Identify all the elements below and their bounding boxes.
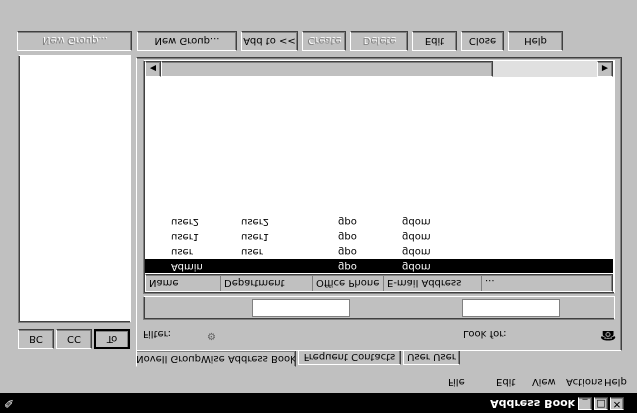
menu-view[interactable]: View [532,373,556,389]
address-list-panel: Look for: ☎ Filter: ⚙ Name Department Of… [136,57,622,351]
column-header-email[interactable]: E-mail Address [384,275,482,291]
column-header-more[interactable]: ... [482,275,614,291]
app-icon: ✎ [4,396,15,410]
edit-button[interactable]: Edit [412,31,457,51]
row-name: user1 [171,231,200,242]
help-button-label: Help [524,35,547,47]
right-search-field[interactable] [462,299,560,317]
group-button[interactable]: New Group... [137,31,237,51]
filter-icon: ⚙ [207,330,216,341]
flipped-window-layer: ✎ Address Book _ □ ✕ File Edit View Acti… [0,0,637,413]
row-domain: gdom [402,246,431,257]
arrow-right-icon: ▶ [601,64,609,74]
bc-button-label: BC [29,333,43,345]
close-button[interactable]: ✕ [610,397,624,410]
lookup-label: Look for: [463,328,507,339]
table-row[interactable]: gdom gpo user user [145,244,613,258]
new-group-button[interactable]: New Group... [17,31,132,51]
row-email: user2 [241,216,270,227]
row-domain: gdom [402,231,431,242]
table-row[interactable]: gdom gpo user2 user2 [145,214,613,228]
menu-actions[interactable]: Actions [566,373,603,389]
cc-button[interactable]: CC [56,329,92,349]
search-field-row [143,296,615,320]
delete-button-label: Delete [362,35,396,47]
row-email: user1 [241,231,270,242]
row-po: gpo [338,231,357,242]
tab-frequent-contacts[interactable]: Frequent Contacts [298,349,401,365]
maximize-icon: □ [596,398,606,410]
row-po: gpo [338,246,357,257]
row-po: gpo [338,216,357,227]
column-header-department[interactable]: Department [221,275,313,291]
maximize-button[interactable]: □ [594,397,608,410]
tab-user[interactable]: User User [403,349,460,365]
row-name: user [171,246,193,257]
title-bar: ✎ Address Book _ □ ✕ [0,393,637,413]
minimize-button[interactable]: _ [578,397,592,410]
lookup-input[interactable] [252,299,350,317]
window-title: Address Book [490,397,575,410]
table-row[interactable]: gdom gpo Admin [145,259,613,273]
column-header-office-phone[interactable]: Office Phone [313,275,384,291]
create-button[interactable]: Create [302,31,346,51]
row-name: user2 [171,216,200,227]
close-button-label: Close [468,35,497,47]
close-icon: ✕ [612,398,622,410]
scroll-left-button[interactable]: ◀ [145,61,161,77]
row-name: Admin [171,261,203,272]
row-po: gpo [338,261,357,272]
menu-help[interactable]: Help [604,373,627,389]
recipient-list[interactable] [18,55,131,323]
scroll-right-button[interactable]: ▶ [597,61,613,77]
list-header: Name Department Office Phone E-mail Addr… [145,274,613,292]
add-button-label: Add to << [243,35,296,47]
menu-file[interactable]: File [448,373,465,389]
cc-button-label: CC [67,333,81,345]
column-header-name[interactable]: Name [146,275,221,291]
group-button-label: New Group... [154,35,220,47]
to-button-label: To [106,333,118,345]
tab-groupwise-address-book[interactable]: Novell GroupWise Address Book [136,350,296,367]
scroll-thumb[interactable] [161,61,493,77]
row-domain: gdom [402,261,431,272]
minimize-icon: _ [582,398,588,410]
create-button-label: Create [307,35,341,47]
edit-button-label: Edit [424,35,445,47]
horizontal-scrollbar[interactable]: ◀ ▶ [145,61,613,77]
add-button[interactable]: Add to << [241,31,298,51]
help-button[interactable]: Help [508,31,563,51]
table-row[interactable]: gdom gpo user1 user1 [145,229,613,243]
close-dialog-button[interactable]: Close [461,31,504,51]
address-list: Name Department Office Phone E-mail Addr… [143,60,615,294]
menu-bar: File Edit View Actions Help [0,373,637,389]
menu-edit[interactable]: Edit [496,373,515,389]
arrow-left-icon: ◀ [149,64,157,74]
new-group-button-label: New Group... [42,35,107,47]
row-email: user [241,246,263,257]
to-button[interactable]: To [94,329,130,349]
address-book-icon: ☎ [600,327,617,342]
bc-button[interactable]: BC [18,329,54,349]
delete-button[interactable]: Delete [350,31,408,51]
row-domain: gdom [402,216,431,227]
filter-label: Filter: [143,328,171,339]
